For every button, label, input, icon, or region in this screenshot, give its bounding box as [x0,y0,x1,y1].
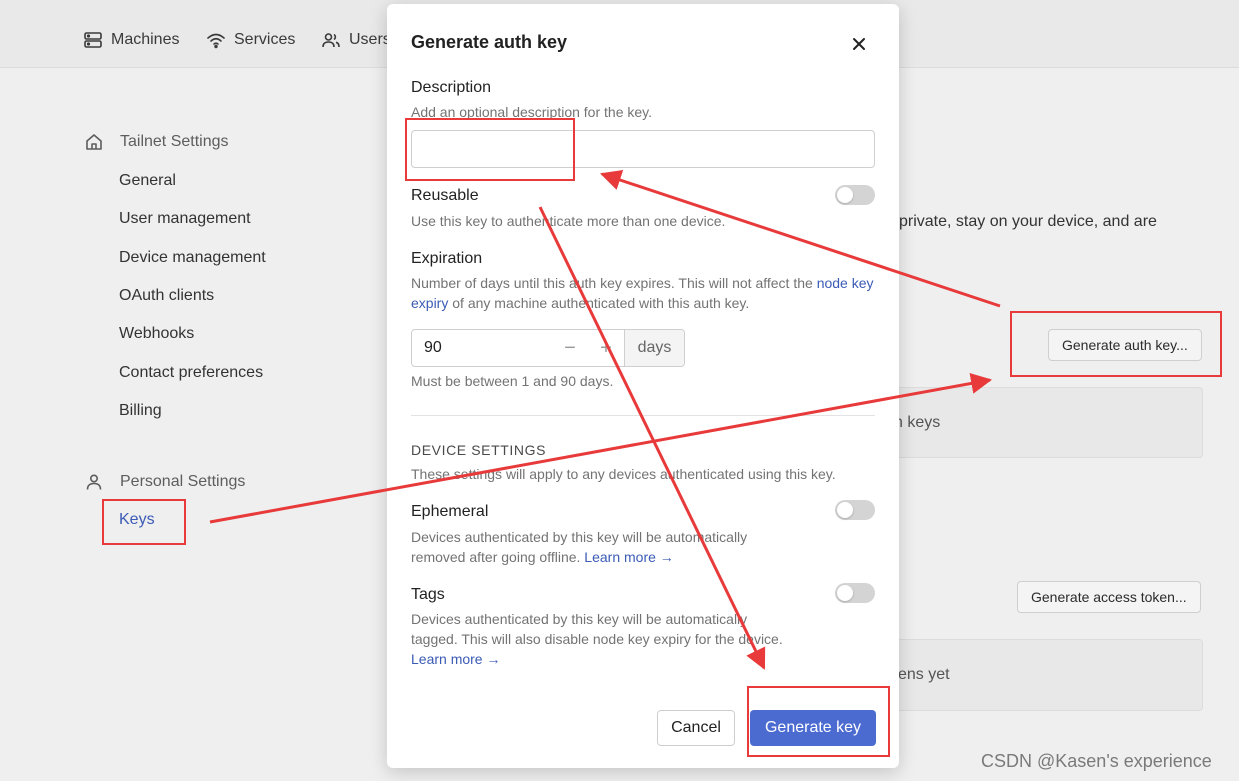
tags-label: Tags [411,586,445,603]
ephemeral-label: Ephemeral [411,503,489,520]
toggle-knob [837,502,853,518]
tags-hint: Devices authenticated by this key will b… [411,609,783,669]
auth-keys-empty-text: n keys [894,413,941,431]
expiration-constraint: Must be between 1 and 90 days. [411,373,614,389]
tailnet-settings-heading: Tailnet Settings [84,132,229,152]
sidebar-item-user-management[interactable]: User management [119,210,251,228]
home-icon [86,134,102,150]
generate-auth-key-dialog: Generate auth key Description Add an opt… [387,4,899,768]
generate-auth-key-button[interactable]: Generate auth key... [1048,329,1202,361]
tailnet-settings-label: Tailnet Settings [120,133,229,150]
sidebar-item-general[interactable]: General [119,172,176,190]
expiration-label: Expiration [411,250,483,267]
nav-users-label: Users [349,31,391,48]
dialog-title: Generate auth key [411,32,568,52]
access-tokens-empty-state: kens yet [862,639,1203,711]
reusable-label: Reusable [411,187,479,204]
ephemeral-hint-text: removed after going offline. [411,549,585,565]
tags-hint-line-1: Devices authenticated by this key will b… [411,611,748,627]
users-icon [322,33,340,48]
decrement-button[interactable]: − [552,330,588,366]
auth-keys-empty-state: n keys [862,387,1203,458]
cancel-button[interactable]: Cancel [657,710,735,746]
description-hint: Add an optional description for the key. [411,104,653,120]
expiration-stepper: 90 − + days [411,329,685,367]
sidebar-item-contact-preferences[interactable]: Contact preferences [119,364,263,382]
tags-hint-line-2: tagged. This will also disable node key … [411,631,783,647]
ephemeral-hint-line-1: Devices authenticated by this key will b… [411,529,748,545]
section-divider [411,415,875,416]
generate-key-button[interactable]: Generate key [750,710,876,746]
personal-settings-label: Personal Settings [120,473,246,490]
ephemeral-hint: Devices authenticated by this key will b… [411,527,747,567]
ephemeral-learn-more-link[interactable]: Learn more → [584,549,673,565]
nav-services[interactable]: Services [206,30,295,50]
ephemeral-toggle[interactable] [835,500,875,520]
description-input[interactable] [411,130,875,168]
device-settings-hint: These settings will apply to any devices… [411,466,836,482]
nav-users[interactable]: Users [321,30,391,50]
toggle-knob [837,585,853,601]
close-icon[interactable] [849,34,869,54]
days-unit: days [624,330,684,366]
sidebar-item-device-management[interactable]: Device management [119,249,266,267]
personal-settings-heading: Personal Settings [84,472,245,492]
expiration-hint-text-1: Number of days until this auth key expir… [411,275,817,291]
reusable-toggle[interactable] [835,185,875,205]
toggle-knob [837,187,853,203]
keys-intro-text: private, stay on your device, and are [899,213,1157,230]
nav-machines-label: Machines [111,31,180,48]
reusable-hint: Use this key to authenticate more than o… [411,213,726,229]
device-settings-heading: DEVICE SETTINGS [411,442,547,458]
wifi-icon [207,33,225,49]
sidebar-item-billing[interactable]: Billing [119,402,162,420]
user-icon [86,474,102,490]
nav-services-label: Services [234,31,296,48]
watermark-text: CSDN @Kasen's experience [981,751,1212,771]
expiration-days-input[interactable]: 90 [412,330,552,366]
sidebar-item-keys[interactable]: Keys [119,511,155,529]
ephemeral-hint-line-2: removed after going offline. Learn more … [411,547,747,567]
tags-toggle[interactable] [835,583,875,603]
sidebar-item-oauth-clients[interactable]: OAuth clients [119,287,214,305]
generate-access-token-button[interactable]: Generate access token... [1017,581,1201,613]
description-label: Description [411,79,492,96]
increment-button[interactable]: + [588,330,624,366]
expiration-hint-text-2: of any machine authenticated with this a… [448,295,750,311]
tags-learn-more-link[interactable]: Learn more → [411,651,500,667]
nav-machines[interactable]: Machines [83,30,179,50]
server-icon [84,32,102,48]
sidebar-item-webhooks[interactable]: Webhooks [119,325,194,343]
expiration-hint: Number of days until this auth key expir… [411,273,881,313]
